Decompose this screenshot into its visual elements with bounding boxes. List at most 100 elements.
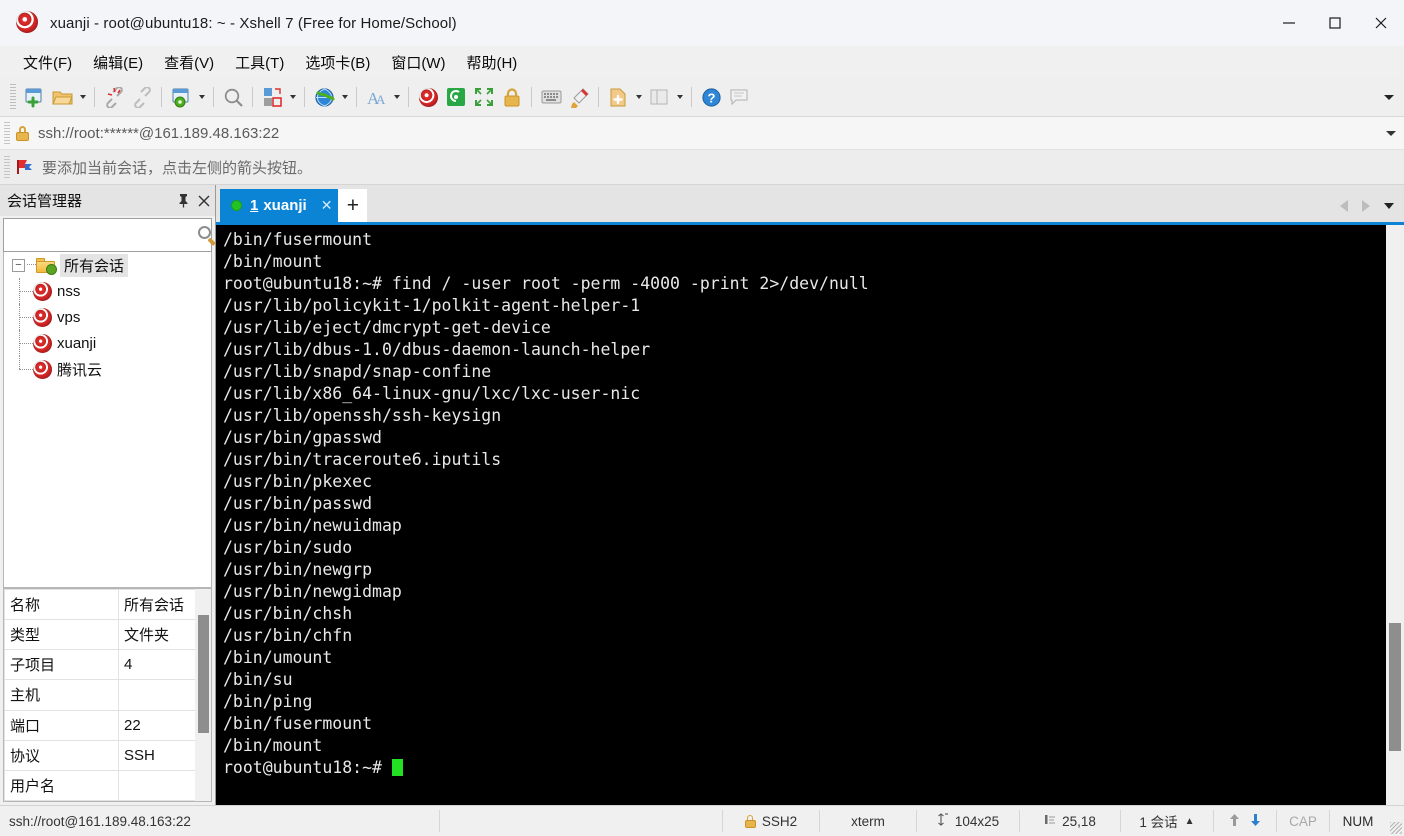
terminal-line: /usr/bin/gpasswd [223, 428, 382, 447]
tree-item-xuanji[interactable]: xuanji [4, 330, 211, 356]
menu-tools[interactable]: 工具(T) [226, 49, 293, 76]
font-icon[interactable]: A A [362, 83, 390, 111]
menu-bar: 文件(F) 编辑(E) 查看(V) 工具(T) 选项卡(B) 窗口(W) 帮助(… [0, 46, 1404, 78]
window-title: xuanji - root@ubuntu18: ~ - Xshell 7 (Fr… [50, 14, 457, 32]
svg-text:A: A [376, 92, 386, 107]
terminal-pane: 1 xuanji ✕ + /bin/fusermount /bin/mount … [216, 185, 1404, 805]
highlight-icon[interactable] [565, 83, 593, 111]
resize-grip-icon[interactable] [1390, 822, 1402, 834]
status-sessions[interactable]: 1 会话 ▲ [1121, 806, 1213, 836]
add-note-icon[interactable] [604, 83, 632, 111]
keyboard-icon[interactable] [537, 83, 565, 111]
menu-edit[interactable]: 编辑(E) [84, 49, 152, 76]
menu-file[interactable]: 文件(F) [14, 49, 81, 76]
arrow-up-icon [1229, 813, 1240, 830]
layout-icon[interactable] [645, 83, 673, 111]
terminal-line: /bin/ping [223, 692, 313, 711]
close-icon[interactable] [193, 191, 215, 211]
xshell-icon[interactable] [414, 83, 442, 111]
close-button[interactable] [1358, 0, 1404, 46]
fullscreen-icon[interactable] [470, 83, 498, 111]
pin-icon[interactable] [173, 191, 193, 211]
session-tree[interactable]: − 所有会话 nss vps xuanji 腾讯云 [3, 252, 212, 588]
red-flag-icon [16, 159, 34, 175]
terminal-output[interactable]: /bin/fusermount /bin/mount root@ubuntu18… [216, 225, 1385, 805]
status-emulation[interactable]: xterm [820, 806, 916, 836]
tab-list-chevron-down-icon[interactable] [1378, 194, 1400, 218]
status-size: 104x25 [917, 806, 1019, 836]
tree-item-label: nss [57, 282, 81, 300]
session-search-box[interactable] [3, 218, 216, 252]
reconnect-icon[interactable] [128, 83, 156, 111]
terminal-scrollbar[interactable] [1385, 225, 1404, 805]
menu-help[interactable]: 帮助(H) [457, 49, 526, 76]
tree-node-all-sessions[interactable]: − 所有会话 [4, 252, 211, 278]
toolbar-grip[interactable] [10, 84, 16, 110]
open-session-icon[interactable] [48, 83, 76, 111]
disconnect-icon[interactable] [100, 83, 128, 111]
tab-close-icon[interactable]: ✕ [321, 197, 333, 214]
session-manager-header: 会话管理器 [0, 185, 215, 216]
globe-icon[interactable] [310, 83, 338, 111]
notice-bar-grip[interactable] [4, 156, 10, 178]
terminal-line: /usr/lib/eject/dmcrypt-get-device [223, 318, 551, 337]
address-bar-chevron-down-icon[interactable] [1386, 117, 1396, 149]
lock-icon[interactable] [498, 83, 526, 111]
session-properties-caret-icon[interactable] [195, 83, 208, 111]
find-icon[interactable] [219, 83, 247, 111]
properties-scrollbar[interactable] [195, 589, 211, 801]
status-sessions-caret-icon[interactable]: ▲ [1185, 816, 1195, 827]
terminal-line: /usr/bin/chfn [223, 626, 353, 645]
new-session-icon[interactable] [20, 83, 48, 111]
table-row: 协议 SSH [4, 739, 196, 771]
terminal-line: /usr/lib/dbus-1.0/dbus-daemon-launch-hel… [223, 340, 651, 359]
snail-icon [33, 307, 52, 327]
snail-icon [33, 281, 52, 301]
chevron-right-icon[interactable] [1356, 194, 1376, 218]
terminal-line: /usr/bin/passwd [223, 494, 373, 513]
tab-xuanji[interactable]: 1 xuanji ✕ [220, 189, 339, 222]
tree-expander-icon[interactable]: − [12, 258, 25, 272]
table-row: 名称 所有会话 [4, 589, 196, 621]
new-tab-button[interactable]: + [338, 189, 368, 222]
menu-view[interactable]: 查看(V) [155, 49, 223, 76]
address-bar[interactable]: ssh://root:******@161.189.48.163:22 [0, 117, 1404, 150]
tree-item-nss[interactable]: nss [4, 278, 211, 304]
search-icon[interactable] [197, 225, 218, 246]
resize-icon [937, 813, 949, 829]
help-icon[interactable]: ? [697, 83, 725, 111]
xftp-icon[interactable] [442, 83, 470, 111]
search-input[interactable] [4, 221, 197, 249]
session-properties-icon[interactable] [167, 83, 195, 111]
tree-item-vps[interactable]: vps [4, 304, 211, 330]
property-value [118, 679, 196, 711]
address-bar-grip[interactable] [4, 122, 10, 144]
maximize-button[interactable] [1312, 0, 1358, 46]
chat-icon[interactable] [725, 83, 753, 111]
toolbar-overflow-chevron-down-icon[interactable] [1378, 78, 1400, 116]
status-protocol[interactable]: SSH2 [723, 806, 819, 836]
terminal-box: /bin/fusermount /bin/mount root@ubuntu18… [216, 222, 1404, 805]
menu-window[interactable]: 窗口(W) [382, 49, 454, 76]
font-caret-icon[interactable] [390, 83, 403, 111]
toolbar-separator [252, 87, 253, 107]
snail-icon [33, 333, 52, 353]
terminal-prompt: root@ubuntu18:~# [223, 758, 392, 777]
toolbar-separator [213, 87, 214, 107]
layout-caret-icon[interactable] [673, 83, 686, 111]
add-note-caret-icon[interactable] [632, 83, 645, 111]
address-bar-url[interactable]: ssh://root:******@161.189.48.163:22 [38, 125, 279, 142]
property-key: 协议 [4, 739, 119, 771]
terminal-line: /usr/lib/x86_64-linux-gnu/lxc/lxc-user-n… [223, 384, 641, 403]
open-session-caret-icon[interactable] [76, 83, 89, 111]
minimize-button[interactable] [1266, 0, 1312, 46]
snail-icon [33, 359, 52, 379]
terminal-line: /usr/bin/chsh [223, 604, 353, 623]
tree-item-tencent-cloud[interactable]: 腾讯云 [4, 356, 211, 382]
property-key: 主机 [4, 679, 119, 711]
globe-caret-icon[interactable] [338, 83, 351, 111]
file-transfer-icon[interactable] [258, 83, 286, 111]
chevron-left-icon[interactable] [1334, 194, 1354, 218]
file-transfer-caret-icon[interactable] [286, 83, 299, 111]
menu-tabs[interactable]: 选项卡(B) [296, 49, 379, 76]
